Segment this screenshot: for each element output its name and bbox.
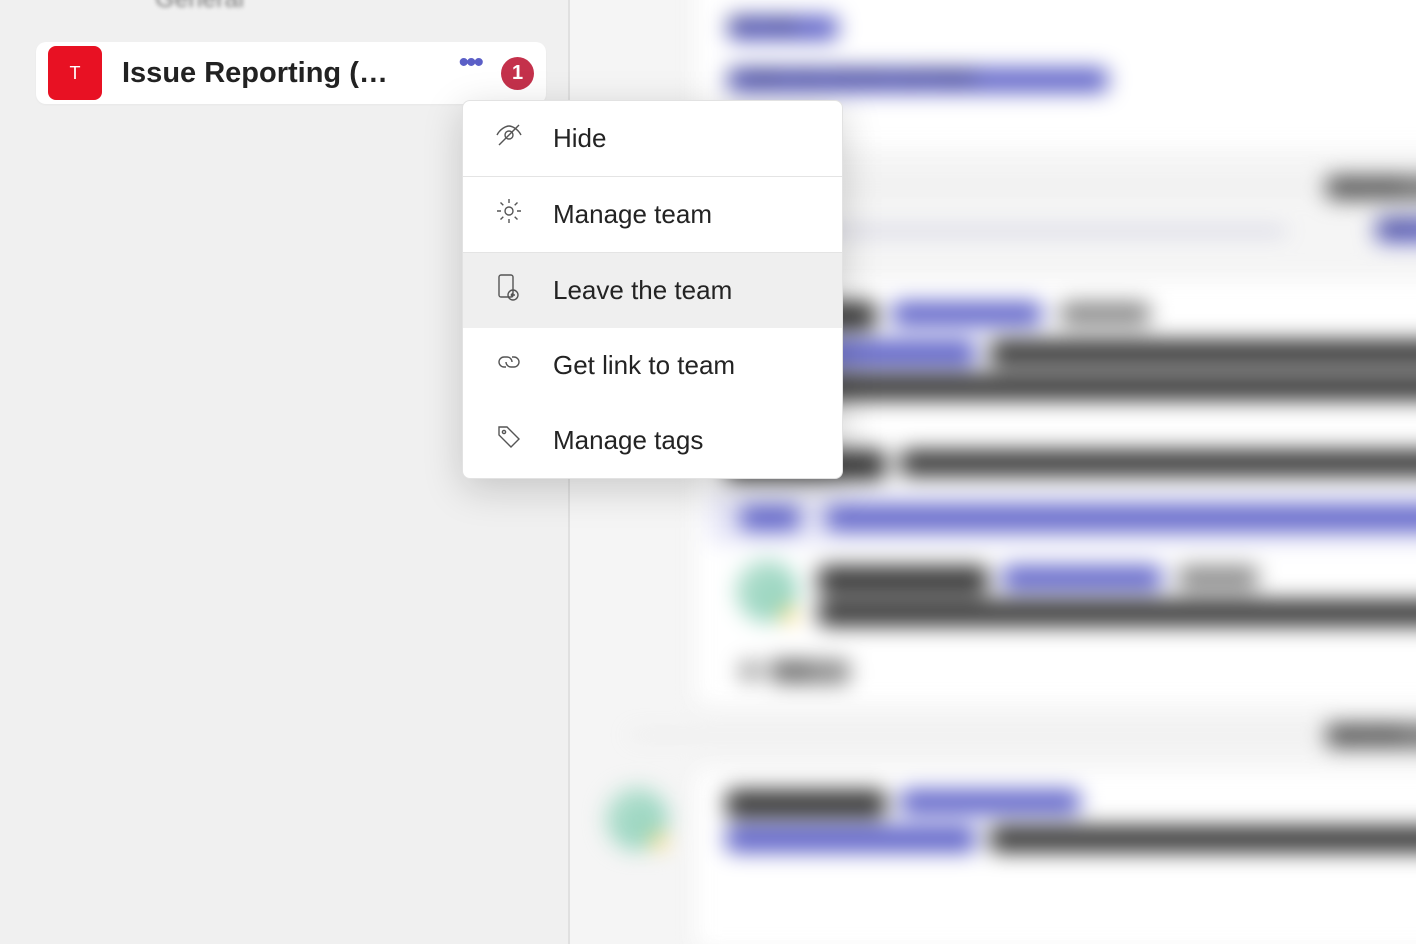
menu-item-manage-team[interactable]: Manage team	[463, 177, 842, 253]
menu-item-label: Manage tags	[553, 425, 703, 456]
menu-item-label: Get link to team	[553, 350, 735, 381]
more-options-button[interactable]: •••	[458, 48, 481, 78]
see-more-link[interactable]: See more	[728, 16, 838, 40]
unread-badge: 1	[501, 57, 534, 90]
menu-item-hide[interactable]: Hide	[463, 101, 842, 177]
team-context-menu: Hide Manage team Leave the team Get link…	[462, 100, 843, 479]
team-name: Issue Reporting (…	[122, 57, 438, 90]
menu-item-label: Manage team	[553, 199, 712, 230]
menu-item-leave-team[interactable]: Leave the team	[463, 253, 842, 328]
menu-item-manage-tags[interactable]: Manage tags	[463, 403, 842, 478]
team-avatar: T	[48, 46, 102, 100]
leave-icon	[493, 271, 525, 310]
presence-dot	[780, 606, 798, 624]
gear-icon	[493, 195, 525, 234]
channel-label: General	[155, 0, 244, 14]
link-icon	[493, 346, 525, 385]
replies-summary[interactable]: 3 replies from Giovanni and Robert	[728, 68, 1108, 92]
date-divider: September	[1326, 724, 1416, 748]
reply-label[interactable]: Reply	[770, 660, 850, 684]
menu-item-label: Leave the team	[553, 275, 732, 306]
menu-item-get-link[interactable]: Get link to team	[463, 328, 842, 403]
last-read-marker: Last re	[1376, 218, 1416, 242]
tag-icon	[493, 421, 525, 460]
date-divider: September	[1326, 176, 1416, 200]
menu-item-label: Hide	[553, 123, 606, 154]
eye-off-icon	[493, 119, 525, 158]
team-row[interactable]: T Issue Reporting (… ••• 1	[36, 42, 546, 104]
